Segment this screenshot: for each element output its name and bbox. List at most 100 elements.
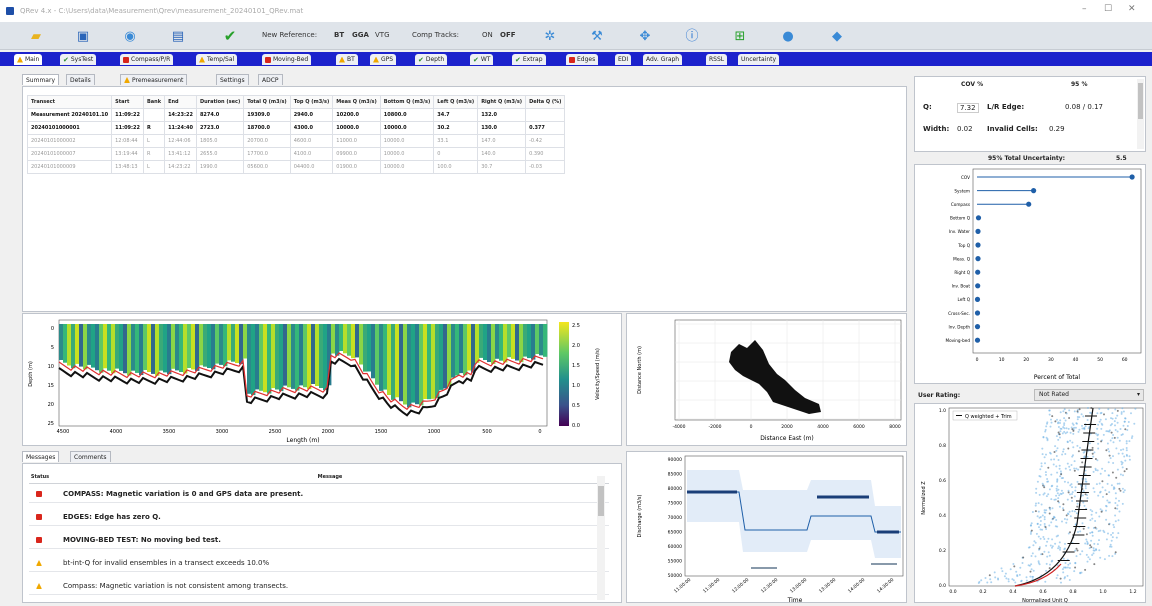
column-header[interactable]: Bank (142, 95, 166, 109)
tab-moving-bed[interactable]: Moving-Bed (262, 54, 312, 65)
tab-gps[interactable]: GPS (370, 54, 397, 65)
uncertainty-scrollbar[interactable] (1137, 79, 1144, 149)
tab-wt[interactable]: ✔ WT (470, 54, 494, 65)
table-cell: 13:41:12 (164, 147, 197, 161)
message-row[interactable]: Compass: Magnetic variation is not consi… (29, 578, 609, 595)
close-button[interactable]: ✕ (1128, 4, 1136, 14)
add-icon[interactable]: ⊞ (732, 28, 748, 44)
tab-depth[interactable]: ✔ Depth (415, 54, 448, 65)
open-folder-icon[interactable]: ▰ (28, 28, 44, 44)
minimize-button[interactable]: – (1082, 4, 1087, 14)
subtab-summary[interactable]: Summary (22, 74, 59, 85)
data-point (1067, 532, 1070, 535)
data-point (1039, 516, 1042, 518)
scrollbar-thumb[interactable] (598, 486, 604, 516)
data-point (1057, 488, 1060, 491)
column-header[interactable]: Left Q (m3/s) (433, 95, 479, 109)
tab-extrap[interactable]: ✔ Extrap (512, 54, 546, 65)
help-icon[interactable]: ◆ (829, 28, 845, 44)
column-header[interactable]: Meas Q (m3/s) (332, 95, 381, 109)
transect-row[interactable]: 20240101000007 13:19:44 R 13:41:12 2655.0 177… (26, 147, 566, 161)
column-header[interactable]: Start (111, 95, 144, 109)
column-header[interactable]: Transect (26, 95, 113, 109)
tab-compass[interactable]: Compass/P/R (120, 54, 174, 65)
column-header[interactable]: Bottom Q (m3/s) (379, 95, 435, 109)
data-point (1084, 568, 1087, 571)
velocity-cell (155, 324, 160, 376)
velocity-cell (427, 324, 432, 400)
transect-row[interactable]: 20240101000001 11:09:22 R 11:24:40 2723.0 187… (26, 121, 566, 135)
ship-wheel-icon[interactable]: ✲ (542, 28, 558, 44)
measurement-summary-row[interactable]: Measurement 20240101.10 11:09:22 14:23:22 8… (26, 108, 566, 122)
maximize-button[interactable]: ☐ (1104, 4, 1112, 14)
tab-bt[interactable]: BT (336, 54, 358, 65)
notes-icon[interactable]: ▤ (170, 28, 186, 44)
subtab-premeasurement[interactable]: Premeasurement (120, 74, 188, 85)
column-header[interactable]: End (164, 95, 197, 109)
options-icon[interactable]: ◉ (122, 28, 138, 44)
reference-bt[interactable]: BT (334, 31, 344, 39)
data-point (1022, 556, 1025, 559)
message-row[interactable]: MOVING-BED TEST: No moving bed test. (29, 532, 609, 549)
message-row[interactable]: bt-int-Q for invalid ensembles in a tran… (29, 555, 609, 572)
data-point (1073, 570, 1076, 573)
data-point (1073, 426, 1076, 429)
tab-tempsal[interactable]: Temp/Sal (196, 54, 238, 65)
data-point (1093, 490, 1096, 493)
column-header[interactable]: Delta Q (%) (525, 95, 566, 109)
message-row[interactable]: COMPASS: Magnetic variation is 0 and GPS… (29, 486, 609, 503)
tab-systest[interactable]: ✔ SysTest (60, 54, 97, 65)
comp-tracks-off[interactable]: OFF (500, 31, 516, 39)
tab-rssl[interactable]: RSSL (706, 54, 728, 65)
messages-scrollbar[interactable] (597, 476, 605, 600)
data-point (1070, 483, 1073, 486)
message-row[interactable]: EDGES: Edge has zero Q. (29, 509, 609, 526)
comp-tracks-on[interactable]: ON (482, 31, 493, 39)
scrollbar-thumb[interactable] (1138, 83, 1143, 119)
data-point (1124, 417, 1127, 420)
column-header[interactable]: Right Q (m3/s) (477, 95, 527, 109)
table-cell: 14:23:22 (164, 108, 197, 122)
data-point (1092, 549, 1095, 552)
reference-gga[interactable]: GGA (352, 31, 369, 39)
reference-vtg[interactable]: VTG (375, 31, 390, 39)
transect-row[interactable]: 20240101000009 13:48:13 L 14:23:22 1990.0 056… (26, 160, 566, 174)
tab-label: Depth (425, 56, 445, 63)
data-point (1044, 462, 1046, 465)
subtab-comments[interactable]: Comments (70, 451, 111, 462)
warning-icon (36, 583, 42, 589)
wrench-icon[interactable]: ⚒ (589, 28, 605, 44)
column-header[interactable]: Total Q (m3/s) (243, 95, 291, 109)
tab-edges[interactable]: Edges (566, 54, 599, 65)
data-point (1072, 432, 1075, 435)
save-icon[interactable]: ▣ (75, 28, 91, 44)
data-point (988, 574, 991, 577)
subtab-messages[interactable]: Messages (22, 451, 60, 462)
velocity-cell (139, 324, 144, 375)
discharge-chart: 90000 85000 80000 75000 70000 65000 60000 55000… (637, 455, 904, 604)
data-point (1098, 549, 1101, 552)
table-cell: 4600.0 (289, 134, 334, 148)
subtab-settings[interactable]: Settings (216, 74, 249, 85)
tab-uncertainty[interactable]: Uncertainty (738, 54, 780, 65)
transect-row[interactable]: 20240101000002 12:08:44 L 12:44:06 1805.0 207… (26, 134, 566, 148)
user-rating-select[interactable]: Not Rated ▾ (1034, 389, 1144, 401)
velocity-cell (355, 324, 360, 358)
tab-main[interactable]: Main (14, 54, 43, 65)
info-icon[interactable]: ⓘ (684, 28, 700, 44)
tick-label: 4000 (817, 424, 829, 430)
globe-icon[interactable]: ● (780, 28, 796, 44)
data-point (1064, 432, 1067, 435)
move-icon[interactable]: ✥ (637, 28, 653, 44)
data-point (1025, 576, 1028, 579)
subtab-details[interactable]: Details (66, 74, 95, 85)
tab-label: EDI (618, 56, 629, 63)
column-header[interactable]: Top Q (m3/s) (289, 95, 334, 109)
check-icon[interactable]: ✔ (222, 28, 238, 44)
velocity-cell (263, 324, 268, 393)
tab-adv-graph[interactable]: Adv. Graph (643, 54, 683, 65)
table-cell: 13:48:13 (111, 160, 144, 174)
subtab-adcp[interactable]: ADCP (258, 74, 283, 85)
tab-edi[interactable]: EDI (615, 54, 632, 65)
column-header[interactable]: Duration (sec) (195, 95, 245, 109)
